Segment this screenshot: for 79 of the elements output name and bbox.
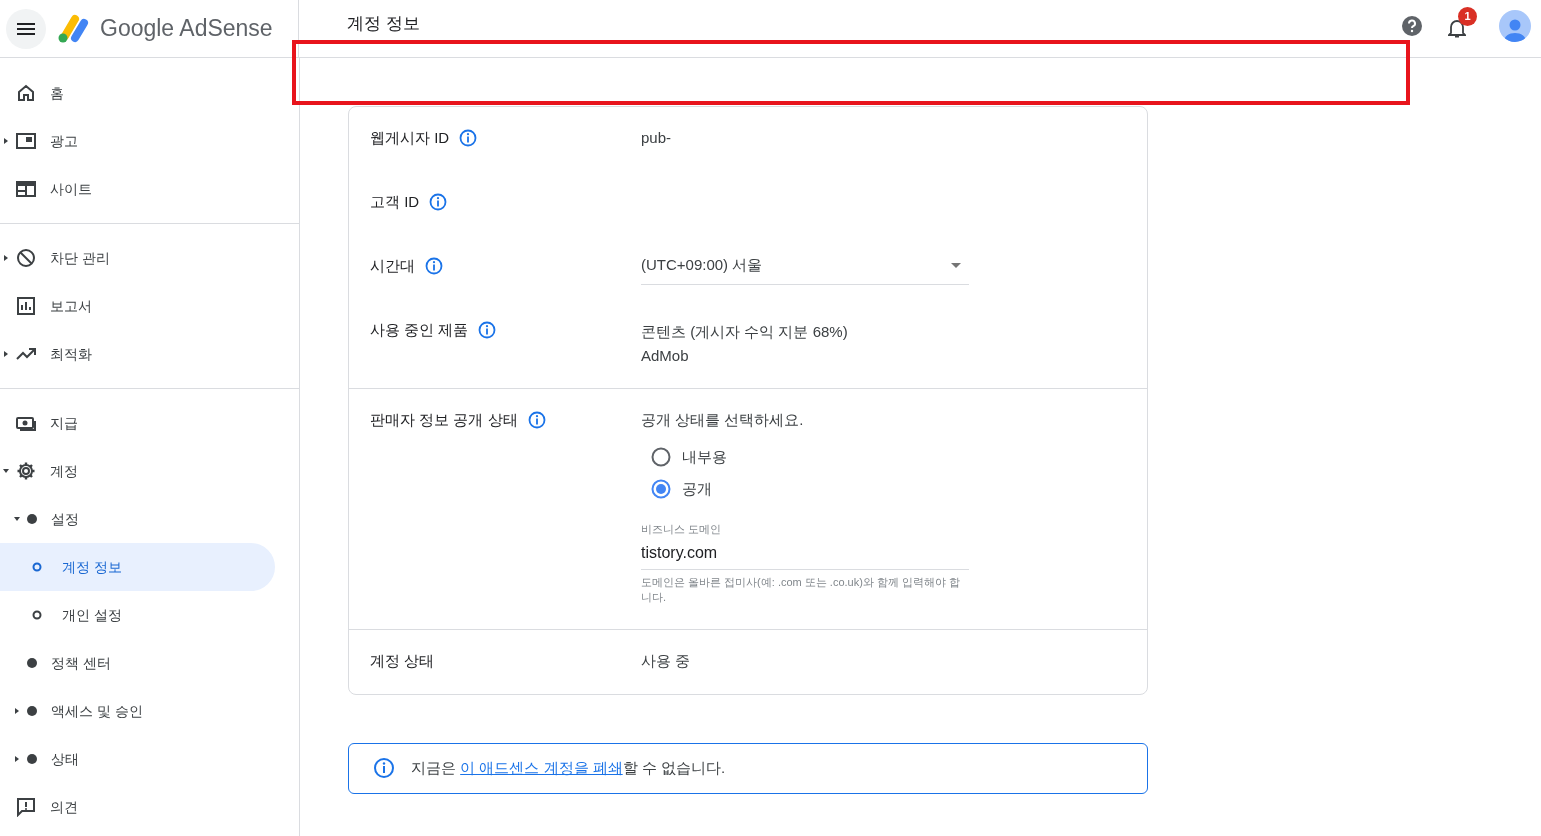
notification-badge: 1: [1458, 6, 1477, 26]
field-label: 계정 상태: [370, 651, 435, 672]
info-icon: [373, 757, 395, 779]
bullet-icon: [27, 658, 37, 668]
domain-input[interactable]: tistory.com: [641, 537, 969, 570]
dropdown-arrow-icon: [951, 263, 961, 268]
window-icon: [16, 131, 36, 151]
info-icon: [459, 129, 478, 147]
radio-option[interactable]: 공개: [651, 473, 1126, 505]
nav-item[interactable]: 지급: [0, 399, 275, 447]
bell-icon: [1448, 17, 1466, 38]
nav-item[interactable]: 보고서: [0, 282, 275, 330]
nav-item[interactable]: 설정: [0, 495, 275, 543]
helper-text: 도메인은 올바른 접미사(예: .com 또는 .co.uk)와 함께 입력해야 합니다.: [641, 574, 962, 605]
radio-option[interactable]: 내부용: [651, 441, 1126, 473]
caret-right-icon: [14, 708, 20, 714]
nav-item[interactable]: 의견: [0, 783, 275, 831]
caret-down-icon: [3, 468, 9, 474]
bullet-icon: [27, 706, 37, 716]
nav-item[interactable]: 액세스 및 승인: [0, 687, 275, 735]
info-icon: [425, 257, 443, 275]
nav-item[interactable]: 홈: [0, 69, 275, 117]
info-icon: [478, 321, 497, 339]
layout-icon: [16, 179, 36, 199]
nav-item[interactable]: 개인 설정: [0, 591, 275, 639]
field-label: 웹게시자 ID: [370, 127, 450, 148]
product-name: AdMob: [641, 346, 690, 366]
option-label: 공개: [682, 478, 712, 499]
logo-icon: [56, 13, 90, 44]
bullet-icon: [27, 754, 37, 764]
prompt-text: 공개 상태를 선택하세요.: [641, 409, 805, 430]
gear-icon: [16, 461, 36, 481]
block-icon: [16, 248, 36, 268]
page-title: 계정 정보: [347, 12, 420, 35]
nav-item[interactable]: 계정 정보: [0, 543, 275, 591]
info-icon: [429, 193, 448, 211]
notice-text: 지금은 이 애드센스 계정을 폐쇄할 수 없습니다.: [411, 757, 726, 778]
timezone-dropdown[interactable]: (UTC+09:00) 서울: [641, 247, 969, 285]
notifications-button[interactable]: 1: [1445, 6, 1477, 41]
info-button[interactable]: [425, 257, 443, 275]
bullet-icon: [27, 514, 37, 524]
field-label: 시간대: [370, 255, 415, 276]
nav-item[interactable]: 정책 센터: [0, 639, 275, 687]
nav-item[interactable]: 사이트: [0, 165, 275, 213]
ring-icon: [32, 562, 42, 572]
caret-down-icon: [14, 516, 20, 522]
info-button[interactable]: [527, 411, 546, 429]
field-label: 사용 중인 제품: [370, 319, 469, 340]
help-button[interactable]: [1401, 14, 1423, 37]
nav-item[interactable]: 최적화: [0, 330, 275, 378]
caret-right-icon: [14, 756, 20, 762]
field-label: 고객 ID: [370, 191, 420, 212]
nav-item[interactable]: 차단 관리: [0, 234, 275, 282]
product-name: 콘텐츠 (게시자 수익 지분 68%): [641, 322, 849, 342]
account-avatar[interactable]: [1499, 9, 1531, 42]
field-value: pub-: [641, 127, 673, 148]
info-icon: [527, 411, 546, 429]
menu-button[interactable]: [6, 8, 46, 49]
home-icon: [16, 83, 36, 103]
caret-right-icon: [3, 255, 9, 261]
brand-name: Google AdSense: [100, 14, 273, 44]
help-icon: [1401, 14, 1423, 37]
info-button[interactable]: [459, 129, 478, 147]
field-value: 사용 중: [641, 651, 692, 672]
bar-chart-icon: [16, 296, 36, 316]
option-label: 내부용: [682, 446, 727, 467]
feedback-icon: [16, 797, 36, 817]
nav-item[interactable]: 상태: [0, 735, 275, 783]
info-button[interactable]: [478, 321, 497, 339]
caret-right-icon: [3, 351, 9, 357]
field-label: 판매자 정보 공개 상태: [370, 409, 518, 430]
ring-icon: [32, 610, 42, 620]
nav-item[interactable]: 광고: [0, 117, 275, 165]
caret-right-icon: [3, 138, 9, 144]
nav-item[interactable]: 계정: [0, 447, 275, 495]
menu-icon: [17, 22, 35, 35]
info-button[interactable]: [429, 193, 448, 211]
close-account-link[interactable]: 이 애드센스 계정을 폐쇄: [460, 758, 623, 776]
field-label: 비즈니스 도메인: [641, 522, 723, 537]
